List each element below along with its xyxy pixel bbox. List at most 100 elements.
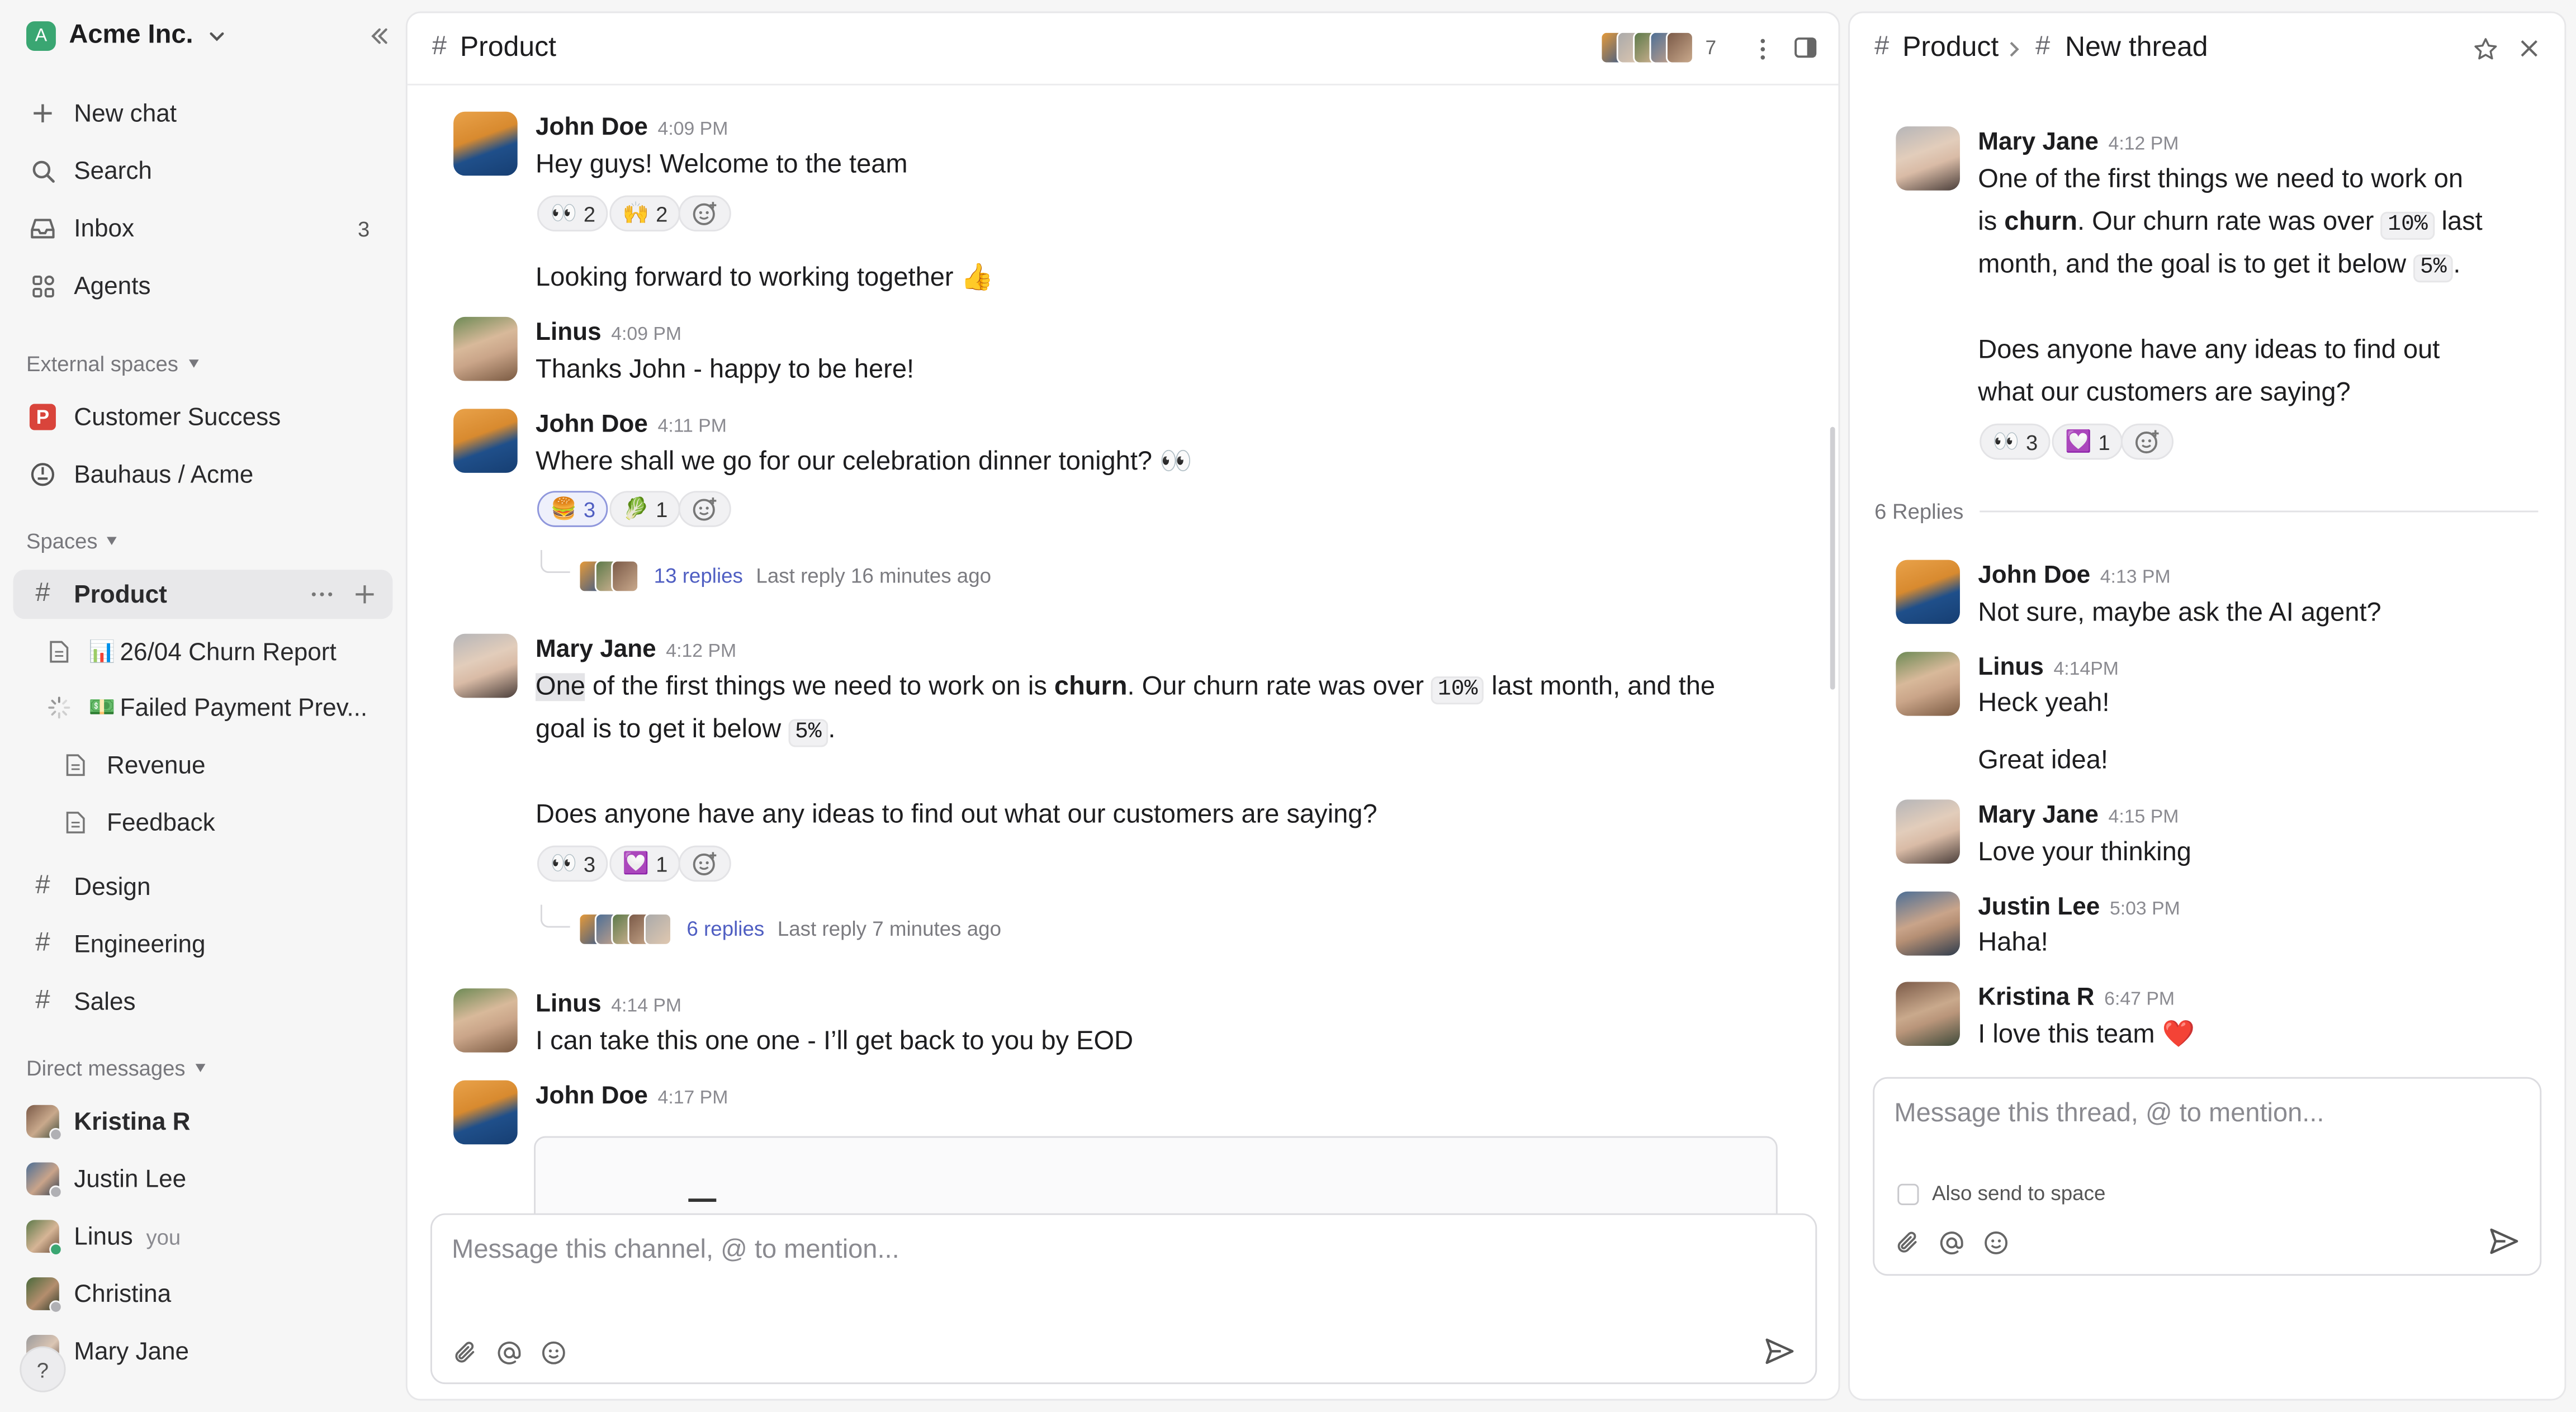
thread-last-reply: Last reply 16 minutes ago [756, 565, 992, 588]
help-button[interactable]: ? [20, 1346, 66, 1392]
collapse-sidebar-icon[interactable] [364, 21, 394, 51]
reaction-chip[interactable]: 💟 1 [2052, 423, 2124, 460]
sidebar-item-agents[interactable]: Agents [13, 261, 393, 310]
dm-item-mary-jane[interactable]: Mary Jane [13, 1326, 393, 1376]
message-text: Haha! [1978, 929, 2048, 958]
thread-connector [540, 549, 570, 574]
mention-icon[interactable] [496, 1340, 523, 1366]
plus-icon [30, 100, 56, 126]
sidebar-item-inbox[interactable]: Inbox 3 [13, 203, 393, 253]
hash-icon: # [2035, 32, 2051, 61]
inbox-icon [30, 215, 56, 241]
reaction-chip[interactable]: 🥬 1 [609, 491, 681, 527]
close-icon[interactable] [2518, 38, 2540, 59]
sidebar-item-engineering[interactable]: # Engineering [13, 920, 393, 969]
customer-success-logo-icon: P [29, 404, 56, 430]
thread-composer[interactable]: Message this thread, @ to mention... Als… [1873, 1077, 2542, 1276]
message-time: 4:14 PM [611, 996, 682, 1017]
sidebar-item-label: New chat [74, 99, 177, 127]
sidebar-item-bauhaus-acme[interactable]: Bauhaus / Acme [13, 450, 393, 499]
send-icon[interactable] [1763, 1335, 1796, 1368]
message-text: Where shall we go for our celebration di… [536, 448, 1192, 476]
sidebar-item-search[interactable]: Search [13, 146, 393, 195]
message-author: John Doe 4:09 PM [536, 113, 728, 141]
message-text: Great idea! [1978, 747, 2108, 775]
send-icon[interactable] [2487, 1225, 2520, 1258]
hash-icon: # [35, 929, 50, 958]
more-options-icon[interactable] [309, 581, 335, 608]
sidebar-page-churn-report[interactable]: 📊 26/04 Churn Report [46, 627, 392, 676]
sidebar-page-revenue[interactable]: Revenue [59, 741, 393, 790]
mention-icon[interactable] [1939, 1230, 1965, 1256]
message-author: Linus 4:14 PM [536, 990, 681, 1018]
also-send-checkbox[interactable] [1897, 1183, 1919, 1205]
workspace-switcher[interactable]: A Acme Inc. [26, 18, 226, 54]
breadcrumb-chevron-icon [2006, 39, 2022, 59]
add-reaction-button[interactable] [678, 491, 731, 527]
sidebar-item-product[interactable]: # Product [13, 570, 393, 619]
toggle-thread-panel-icon[interactable] [1794, 36, 1817, 59]
agents-icon [30, 273, 56, 299]
reaction-chip[interactable]: 👀 2 [537, 195, 609, 232]
dm-item-justin[interactable]: Justin Lee [13, 1154, 393, 1203]
dm-item-linus[interactable]: Linus you [13, 1212, 393, 1261]
text-run: . Our churn rate was over [2077, 209, 2381, 236]
sidebar-page-feedback[interactable]: Feedback [59, 798, 393, 847]
channel-composer[interactable]: Message this channel, @ to mention... [430, 1213, 1817, 1385]
star-icon[interactable] [2473, 36, 2499, 63]
dm-item-christina[interactable]: Christina [13, 1269, 393, 1318]
emoji-icon[interactable] [541, 1340, 567, 1366]
sidebar-item-label: Sales [74, 987, 136, 1016]
reaction-chip[interactable]: 👀 3 [1980, 423, 2051, 460]
sidebar-item-customer-success[interactable]: P Customer Success [13, 392, 393, 442]
sidebar-page-failed-payment[interactable]: 💵 Failed Payment Prev... [46, 683, 392, 732]
reaction-chip[interactable]: 🙌 2 [609, 195, 681, 232]
dm-item-kristina[interactable]: Kristina R [13, 1097, 393, 1146]
thread-summary[interactable]: 13 replies Last reply 16 minutes ago [578, 560, 991, 593]
add-page-icon[interactable] [353, 583, 376, 606]
attach-icon[interactable] [452, 1340, 478, 1366]
thread-replies-link[interactable]: 13 replies [654, 565, 743, 587]
thread-replies-link[interactable]: 6 replies [686, 918, 764, 941]
reaction-emoji: 👀 [1992, 428, 2020, 453]
sidebar-item-label: Bauhaus / Acme [74, 460, 254, 489]
dm-label: Kristina R [74, 1107, 191, 1136]
sidebar-item-design[interactable]: # Design [13, 862, 393, 911]
more-vertical-icon[interactable] [1751, 36, 1774, 63]
direct-messages-header[interactable]: Direct messages [26, 1056, 205, 1081]
sidebar-item-sales[interactable]: # Sales [13, 977, 393, 1026]
external-spaces-header[interactable]: External spaces [26, 352, 198, 376]
reaction-emoji: 🥬 [622, 496, 650, 521]
thread-participants [578, 913, 672, 946]
divider-line [1980, 510, 2539, 513]
scrollbar-thumb[interactable] [1830, 427, 1835, 690]
text-run: last [2434, 209, 2483, 236]
message-text: goal is to get it below 5%. [536, 709, 835, 755]
message-text: One of the first things we need to work … [1978, 165, 2464, 194]
text-run: . Our churn rate was over [1127, 673, 1432, 702]
emoji-icon[interactable] [1983, 1230, 2009, 1256]
channel-panel: # Product 7 John Doe 4:09 PM Hey guys! We… [405, 11, 1840, 1401]
add-reaction-button[interactable] [678, 845, 731, 882]
sidebar-item-new-chat[interactable]: New chat [13, 89, 393, 138]
avatar [611, 560, 640, 593]
composer-input[interactable]: Message this channel, @ to mention... [452, 1236, 899, 1266]
spaces-header[interactable]: Spaces [26, 529, 117, 553]
member-list-button[interactable]: 7 [1600, 30, 1716, 66]
message-time: 4:09 PM [611, 325, 682, 345]
message-time: 5:03 PM [2109, 899, 2180, 920]
attach-icon[interactable] [1894, 1230, 1920, 1256]
reaction-chip[interactable]: 🍔 3 [537, 491, 609, 527]
reaction-chip[interactable]: 💟 1 [609, 845, 681, 882]
section-title: Spaces [26, 528, 98, 553]
breadcrumb-space[interactable]: Product [1902, 31, 1999, 64]
reaction-chip[interactable]: 👀 3 [537, 845, 609, 882]
avatar [453, 316, 518, 381]
thread-composer-input[interactable]: Message this thread, @ to mention... [1894, 1100, 2324, 1130]
thread-summary[interactable]: 6 replies Last reply 7 minutes ago [578, 913, 1001, 946]
add-reaction-button[interactable] [2120, 423, 2174, 460]
breadcrumb-thread: New thread [2065, 31, 2208, 63]
add-reaction-button[interactable] [678, 195, 731, 232]
sidebar-item-label: Design [74, 873, 151, 901]
also-send-to-space[interactable]: Also send to space [1897, 1182, 2105, 1205]
